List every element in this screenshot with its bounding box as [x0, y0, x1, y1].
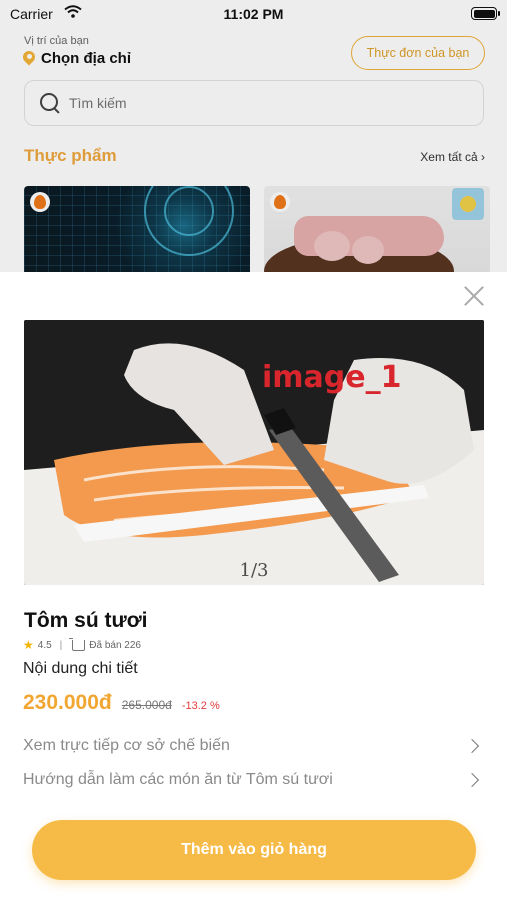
current-price: 230.000đ — [23, 691, 112, 714]
product-title: Tôm sú tươi — [24, 609, 148, 632]
image-counter: 1/3 — [239, 560, 269, 581]
original-price: 265.000đ — [121, 698, 172, 712]
view-facility-link[interactable]: Xem trực tiếp cơ sở chế biến — [23, 737, 483, 755]
price-row: 230.000đ 265.000đ -13.2 % — [23, 691, 220, 715]
chevron-right-icon — [464, 772, 480, 788]
link-label[interactable]: Hướng dẫn làm các món ăn từ Tôm sú tươi — [23, 771, 333, 789]
product-detail-sheet: image_1 1/3 Tôm sú tươi ★ 4.5 | Đã bán 2… — [0, 272, 507, 900]
meta-divider: | — [59, 639, 63, 651]
detail-heading: Nội dung chi tiết — [23, 660, 138, 677]
sold-count: Đã bán 226 — [89, 639, 141, 651]
product-image[interactable]: image_1 1/3 — [24, 320, 484, 585]
image-watermark: image_1 — [262, 360, 402, 395]
close-icon[interactable] — [463, 285, 485, 307]
product-photo — [24, 320, 484, 585]
cart-icon — [69, 637, 86, 651]
chevron-right-icon — [464, 738, 480, 754]
recipe-guide-link[interactable]: Hướng dẫn làm các món ăn từ Tôm sú tươi — [23, 771, 483, 789]
star-icon: ★ — [23, 638, 34, 652]
rating-value: 4.5 — [37, 639, 52, 651]
product-meta: ★ 4.5 | Đã bán 226 — [23, 637, 141, 652]
link-label[interactable]: Xem trực tiếp cơ sở chế biến — [23, 737, 230, 755]
add-to-cart-button[interactable]: Thêm vào giỏ hàng — [32, 820, 476, 880]
discount-badge: -13.2 % — [181, 700, 220, 712]
